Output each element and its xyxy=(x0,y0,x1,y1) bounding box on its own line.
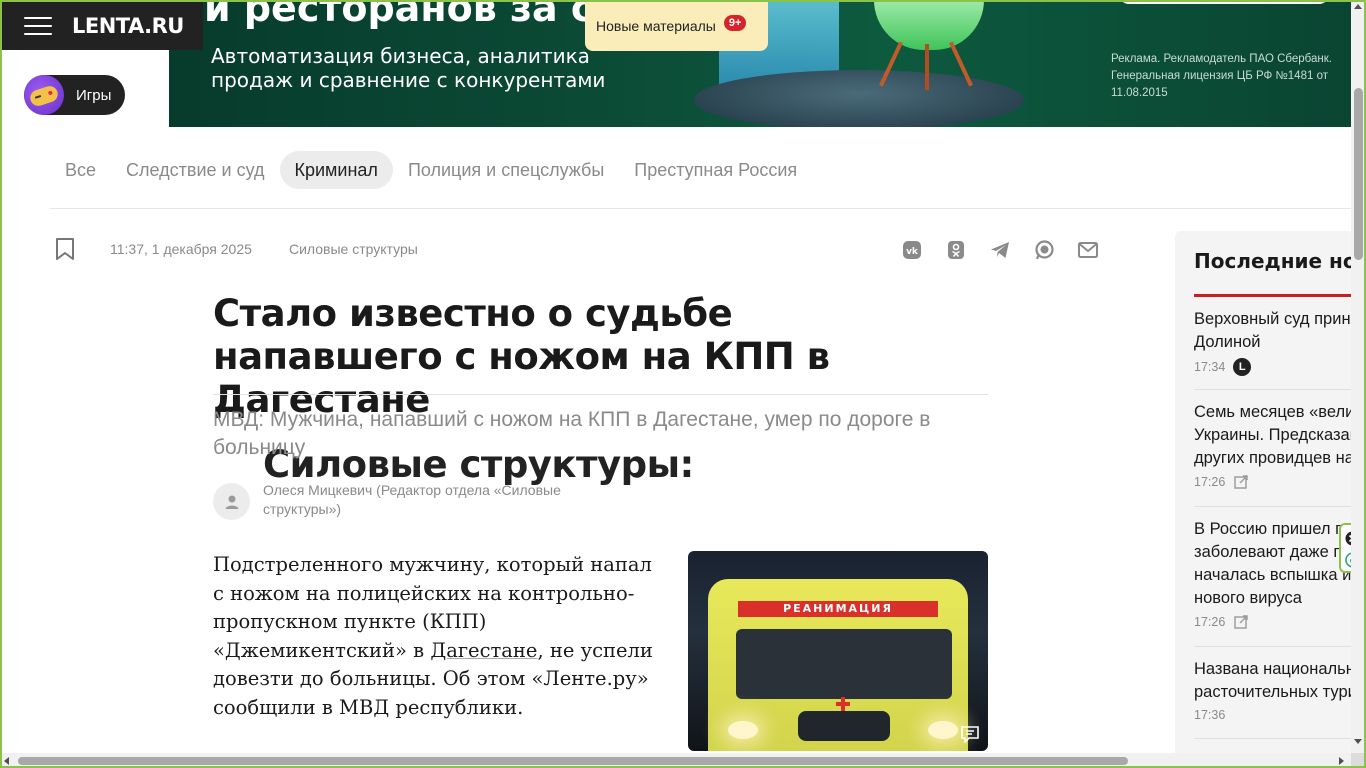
latest-news-sidebar: Последние новости Верховный суд принял р… xyxy=(1175,231,1351,768)
gamepad-icon xyxy=(24,75,64,115)
list-item[interactable]: В Россию пришел грипп, которым заболеваю… xyxy=(1194,518,1351,610)
bookmark-icon[interactable] xyxy=(54,237,76,261)
ad-sub-line: продаж и сравнение с конкурентами xyxy=(211,68,606,92)
menu-icon[interactable] xyxy=(24,17,52,35)
scroll-down-arrow-icon[interactable] xyxy=(1354,739,1362,744)
list-item[interactable]: Верховный суд принял решение по делу Дол… xyxy=(1194,308,1351,354)
news-text: Верховный суд принял решение по делу xyxy=(1194,310,1351,328)
new-materials-button[interactable]: Новые материалы 9+ xyxy=(585,0,768,51)
news-separator xyxy=(1194,738,1351,739)
article-lead: Подстреленного мужчину, который напал с … xyxy=(213,551,653,723)
news-time: 17:26 xyxy=(1194,614,1249,630)
latest-news-heading[interactable]: Последние новости xyxy=(1194,249,1351,273)
article-photo[interactable]: РЕАНИМАЦИЯ xyxy=(688,551,988,751)
vertical-scrollbar[interactable] xyxy=(1351,0,1366,768)
news-separator xyxy=(1194,646,1351,647)
ad-headline: и ресторанов за с xyxy=(204,0,594,30)
article-subtitle: МВД: Мужчина, напавший с ножом на КПП в … xyxy=(213,408,931,459)
svg-text:vk: vk xyxy=(906,247,919,257)
author-avatar[interactable] xyxy=(213,483,250,520)
news-text: Семь месяцев «великого» перемирия для xyxy=(1194,403,1351,421)
ad-sub-line: Автоматизация бизнеса, аналитика xyxy=(211,44,590,68)
scroll-right-arrow-icon[interactable] xyxy=(1339,757,1344,765)
news-time-text: 17:34 xyxy=(1194,360,1226,374)
tab-crime[interactable]: Криминал xyxy=(279,151,393,189)
news-text: Названа национальность самых xyxy=(1194,660,1351,678)
heading-underline xyxy=(1194,294,1351,297)
new-materials-label: Новые материалы xyxy=(596,17,716,34)
news-time: 17:36 xyxy=(1194,708,1225,722)
horizontal-scroll-thumb[interactable] xyxy=(18,757,1128,765)
news-text: расточительных туристов xyxy=(1194,683,1351,701)
news-time-text: 17:36 xyxy=(1194,708,1226,722)
vk-icon[interactable]: vk xyxy=(900,238,924,262)
article-date: 11:37, 1 декабря 2025 xyxy=(110,241,252,257)
rubric-nav: Силовые структуры: Все Следствие и суд К… xyxy=(50,151,812,486)
external-link-icon xyxy=(1234,475,1248,489)
new-materials-count-badge: 9+ xyxy=(723,14,747,31)
news-text: В Россию пришел грипп, которым xyxy=(1194,520,1351,538)
news-separator xyxy=(1194,506,1351,507)
news-text: началась вспышка и как не подцепить xyxy=(1194,566,1351,584)
article-rubric-link[interactable]: Силовые структуры xyxy=(289,241,418,257)
tab-investigation-court[interactable]: Следствие и суд xyxy=(111,151,279,189)
telegram-icon[interactable] xyxy=(988,238,1012,262)
medical-cross-icon xyxy=(836,697,850,711)
user-icon xyxy=(225,495,238,509)
header-bar: LENTA.RU xyxy=(2,2,203,50)
ad-disclaimer-line: Генеральная лицензия ЦБ РФ №1481 от 11.0… xyxy=(1111,70,1328,99)
scrollbar-corner xyxy=(1351,753,1366,768)
tab-police-special-services[interactable]: Полиция и спецслужбы xyxy=(393,151,619,189)
scroll-up-arrow-icon[interactable] xyxy=(1354,4,1362,9)
mail-icon[interactable] xyxy=(1076,238,1100,262)
dagestan-link[interactable]: Дагестане xyxy=(430,639,537,662)
news-text: Долиной xyxy=(1194,333,1261,351)
ad-disclaimer: Реклама. Рекламодатель ПАО Сбербанк. Ген… xyxy=(1111,51,1351,102)
news-time: 17:34 L xyxy=(1194,358,1252,376)
scroll-left-arrow-icon[interactable] xyxy=(4,757,9,765)
share-buttons: vk xyxy=(900,238,1100,262)
article-title: Стало известно о судьбе напавшего с ножо… xyxy=(213,292,830,421)
chat-icon[interactable] xyxy=(1032,238,1056,262)
news-time: 17:26 xyxy=(1194,474,1249,490)
external-link-icon xyxy=(1234,615,1248,629)
list-item[interactable]: Названа национальность самых расточитель… xyxy=(1194,658,1351,704)
news-text: заболевают даже привитые. Где xyxy=(1194,543,1351,561)
games-label: Игры xyxy=(76,86,112,104)
list-item[interactable]: Семь месяцев «великого» перемирия для Ук… xyxy=(1194,401,1351,470)
ad-subtext: Автоматизация бизнеса, аналитика продаж … xyxy=(211,44,605,92)
horizontal-scrollbar[interactable] xyxy=(0,753,1351,768)
ok-icon[interactable] xyxy=(944,238,968,262)
news-separator xyxy=(1194,389,1351,390)
ad-disclaimer-line: Реклама. Рекламодатель ПАО Сбербанк. xyxy=(1111,53,1332,65)
news-text: нового вируса xyxy=(1194,589,1302,607)
site-logo[interactable]: LENTA.RU xyxy=(72,14,184,38)
tab-all[interactable]: Все xyxy=(50,151,111,189)
ad-top-pill xyxy=(1119,0,1329,4)
lenta-badge-icon: L xyxy=(1233,358,1252,376)
author-name[interactable]: Олеся Мицкевич (Редактор отдела «Силовые… xyxy=(263,481,603,519)
news-text: других провидцев на 2026 год xyxy=(1194,449,1351,467)
games-button[interactable]: Игры xyxy=(24,75,125,115)
caption-icon[interactable] xyxy=(960,725,980,743)
news-time-text: 17:26 xyxy=(1194,475,1226,489)
vertical-scroll-thumb[interactable] xyxy=(1354,88,1363,260)
title-divider xyxy=(213,394,988,395)
photo-stripe-text: РЕАНИМАЦИЯ xyxy=(738,601,938,617)
rubric-divider xyxy=(50,208,1351,209)
tab-criminal-russia[interactable]: Преступная Россия xyxy=(619,151,812,189)
news-time-text: 17:26 xyxy=(1194,615,1226,629)
news-text: Украины. Предсказания Ванги и xyxy=(1194,426,1351,444)
